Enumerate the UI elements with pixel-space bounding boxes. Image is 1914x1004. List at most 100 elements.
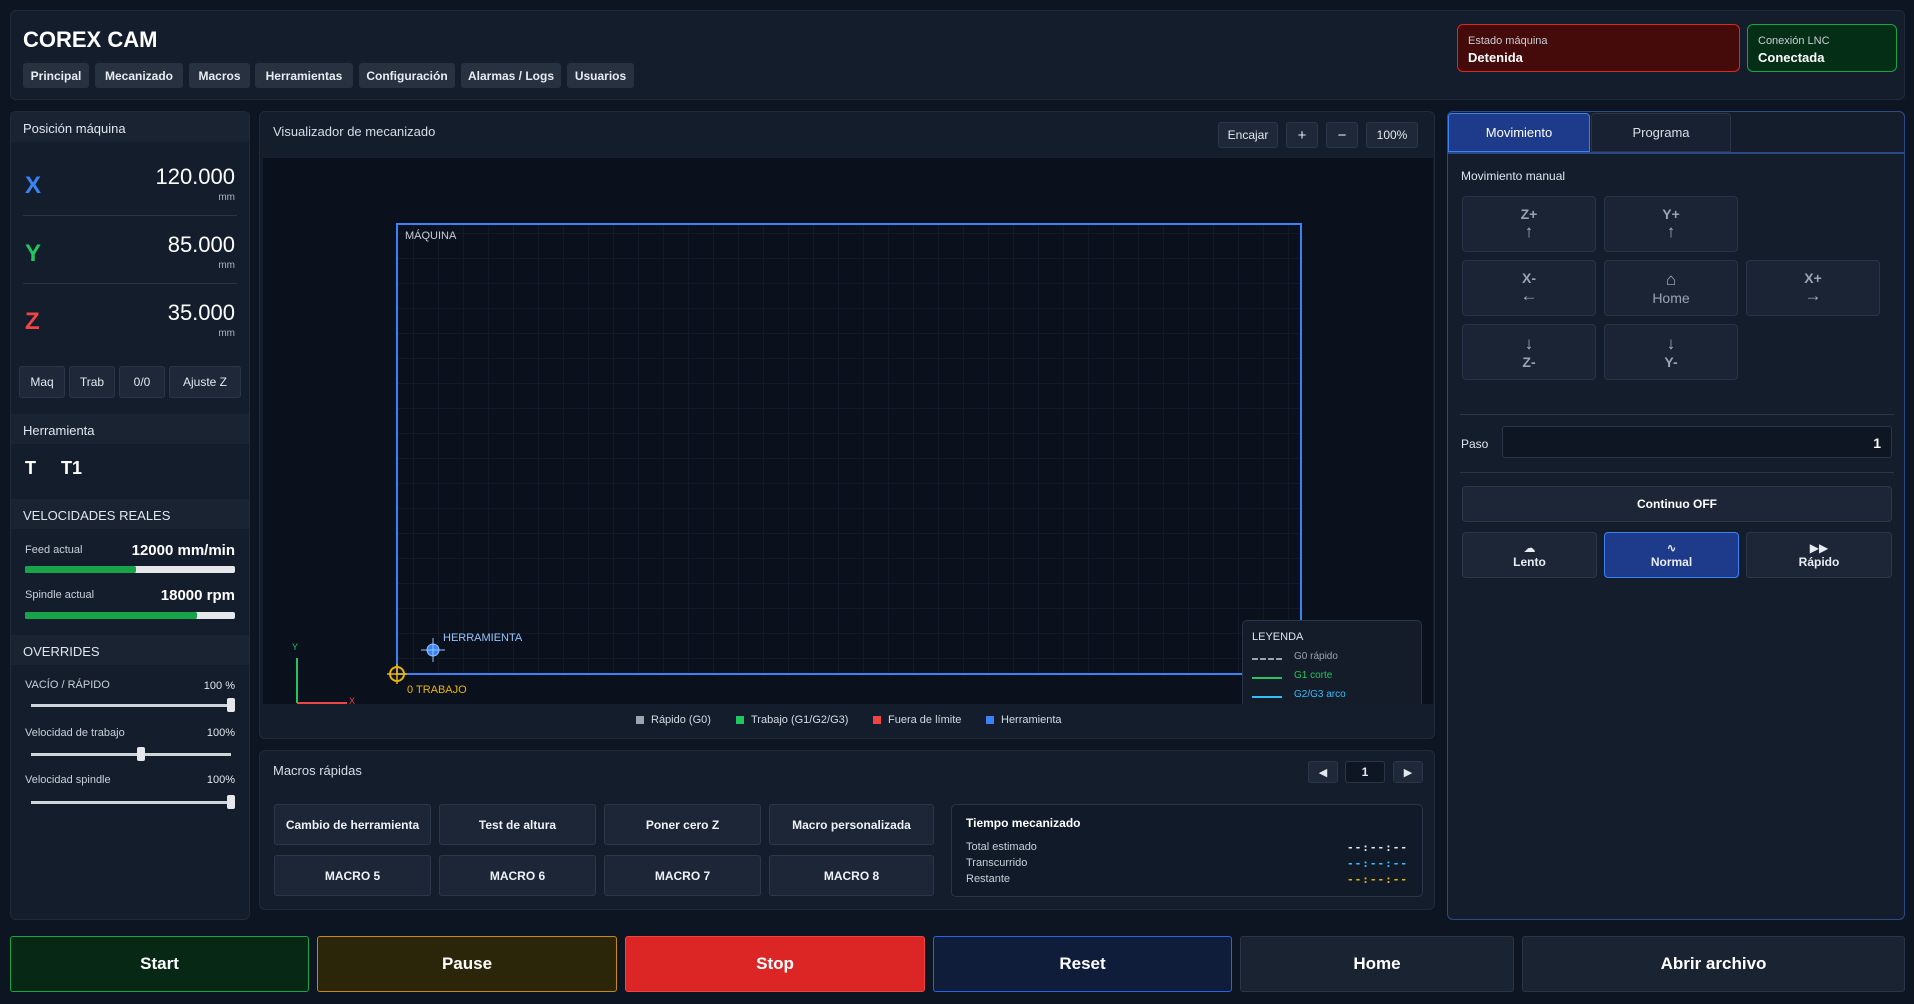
macro-6-button[interactable]: MACRO 6	[439, 855, 596, 896]
tab-programa[interactable]: Programa	[1591, 113, 1731, 152]
overrides-title: OVERRIDES	[11, 635, 249, 665]
override-work-label: Velocidad de trabajo	[25, 727, 125, 739]
zoom-level: 100%	[1366, 122, 1418, 148]
open-file-button[interactable]: Abrir archivo	[1522, 936, 1905, 992]
tab-configuracion[interactable]: Configuración	[359, 63, 455, 88]
time-remaining-label: Restante	[966, 873, 1011, 885]
home-button[interactable]: Home	[1240, 936, 1514, 992]
continuous-toggle-button[interactable]: Continuo OFF	[1462, 486, 1892, 522]
macro-zero-z-button[interactable]: Poner cero Z	[604, 804, 761, 845]
macros-panel: Macros rápidas ◀ 1 ▶ Cambio de herramien…	[259, 750, 1435, 910]
time-elapsed-value: --:--:--	[1347, 857, 1408, 870]
x-axis-label: X	[349, 696, 356, 704]
slider-handle[interactable]	[227, 795, 235, 809]
speed-normal-button[interactable]: ∿ Normal	[1604, 532, 1739, 578]
divider	[1460, 472, 1894, 473]
jog-z-minus-label: Z-	[1522, 354, 1536, 370]
time-total-row: Total estimado --:--:--	[966, 841, 1408, 854]
macro-page: 1	[1345, 761, 1385, 783]
zero-zero-button[interactable]: 0/0	[119, 366, 165, 398]
reset-button[interactable]: Reset	[933, 936, 1232, 992]
jog-y-minus-button[interactable]: ↓ Y-	[1604, 324, 1738, 380]
fit-button[interactable]: Encajar	[1218, 122, 1278, 148]
time-total-value: --:--:--	[1347, 841, 1408, 854]
tab-herramientas[interactable]: Herramientas	[255, 63, 353, 88]
footer-work-label: Trabajo (G1/G2/G3)	[751, 714, 849, 726]
divider	[1460, 414, 1894, 415]
legend-rapid-swatch	[1252, 658, 1282, 660]
jog-z-plus-button[interactable]: Z+ ↑	[1462, 196, 1596, 252]
tab-alarmas-logs[interactable]: Alarmas / Logs	[461, 63, 561, 88]
jog-y-minus-label: Y-	[1664, 354, 1678, 370]
lnc-connection-badge: Conexión LNC Conectada	[1747, 24, 1897, 72]
legend-arc-label: G2/G3 arco	[1294, 689, 1346, 700]
tab-movimiento[interactable]: Movimiento	[1448, 113, 1590, 152]
override-spindle-value: 100%	[206, 774, 235, 786]
trab-button[interactable]: Trab	[69, 366, 115, 398]
jog-z-minus-button[interactable]: ↓ Z-	[1462, 324, 1596, 380]
zoom-out-button[interactable]: −	[1326, 122, 1358, 148]
feed-bar-fill	[25, 566, 137, 573]
axis-y-label: Y	[25, 240, 42, 267]
step-label: Paso	[1461, 437, 1489, 451]
jog-y-plus-button[interactable]: Y+ ↑	[1604, 196, 1738, 252]
jog-x-minus-button[interactable]: X- ←	[1462, 260, 1596, 316]
override-work-slider[interactable]	[31, 747, 231, 761]
spindle-value: 18000 rpm	[160, 587, 235, 604]
tab-principal[interactable]: Principal	[23, 63, 89, 88]
speeds-title: VELOCIDADES REALES	[11, 499, 249, 529]
override-rapid-label: VACÍO / RÁPIDO	[25, 679, 110, 691]
macro-custom-button[interactable]: Macro personalizada	[769, 804, 934, 845]
macro-height-test-button[interactable]: Test de altura	[439, 804, 596, 845]
slider-handle[interactable]	[137, 747, 145, 761]
maq-button[interactable]: Maq	[19, 366, 65, 398]
start-button[interactable]: Start	[10, 936, 309, 992]
manual-move-title: Movimiento manual	[1461, 169, 1566, 183]
macro-prev-button[interactable]: ◀	[1308, 761, 1338, 783]
arrow-left-icon: ←	[1520, 286, 1538, 305]
time-remaining-row: Restante --:--:--	[966, 873, 1408, 886]
macro-7-button[interactable]: MACRO 7	[604, 855, 761, 896]
footer-tool-label: Herramienta	[1001, 714, 1062, 726]
lnc-connection-value: Conectada	[1758, 50, 1825, 65]
jog-x-plus-button[interactable]: X+ →	[1746, 260, 1880, 316]
axis-z-label: Z	[25, 308, 40, 335]
override-rapid-slider[interactable]	[31, 698, 235, 712]
jog-y-plus-label: Y+	[1662, 206, 1680, 222]
macro-tool-change-button[interactable]: Cambio de herramienta	[274, 804, 431, 845]
spindle-label: Spindle actual	[25, 589, 95, 601]
zoom-in-button[interactable]: +	[1286, 122, 1318, 148]
time-remaining-value: --:--:--	[1347, 873, 1408, 886]
macro-5-button[interactable]: MACRO 5	[274, 855, 431, 896]
arrow-down-icon: ↓	[1524, 334, 1534, 353]
spindle-bar	[25, 612, 235, 619]
stop-button[interactable]: Stop	[625, 936, 925, 992]
turtle-icon: ☁	[1523, 541, 1536, 555]
slider-handle[interactable]	[227, 698, 235, 712]
visualizer-title: Visualizador de mecanizado	[273, 124, 436, 139]
wave-icon: ∿	[1666, 541, 1677, 555]
step-input[interactable]: 1	[1502, 426, 1892, 458]
legend-box: LEYENDA G0 rápido G1 corte G2/G3 arco	[1242, 620, 1422, 704]
divider	[23, 215, 237, 216]
tab-macros[interactable]: Macros	[189, 63, 250, 88]
ajuste-z-button[interactable]: Ajuste Z	[169, 366, 241, 398]
axis-y-value: 85.000	[167, 232, 235, 257]
override-spindle-slider[interactable]	[31, 795, 235, 809]
visualizer-panel: Visualizador de mecanizado Encajar + − 1…	[259, 111, 1435, 739]
speed-slow-button[interactable]: ☁ Lento	[1462, 532, 1597, 578]
tab-usuarios[interactable]: Usuarios	[567, 63, 634, 88]
speed-slow-label: Lento	[1513, 555, 1546, 569]
speed-fast-button[interactable]: ▶▶ Rápido	[1746, 532, 1892, 578]
jog-home-button[interactable]: ⌂ Home	[1604, 260, 1738, 316]
macro-next-button[interactable]: ▶	[1393, 761, 1423, 783]
arrow-right-icon: →	[1804, 286, 1822, 305]
override-work-value: 100%	[206, 727, 235, 739]
tab-mecanizado[interactable]: Mecanizado	[95, 63, 183, 88]
visualizer-canvas[interactable]: MÁQUINA HERRAMIENTA 0 TRABAJO Y X LEYEND…	[263, 158, 1433, 704]
tab-underline	[1448, 152, 1904, 154]
macro-8-button[interactable]: MACRO 8	[769, 855, 934, 896]
time-elapsed-label: Transcurrido	[966, 857, 1028, 869]
machining-time-box: Tiempo mecanizado Total estimado --:--:-…	[951, 804, 1423, 897]
pause-button[interactable]: Pause	[317, 936, 617, 992]
